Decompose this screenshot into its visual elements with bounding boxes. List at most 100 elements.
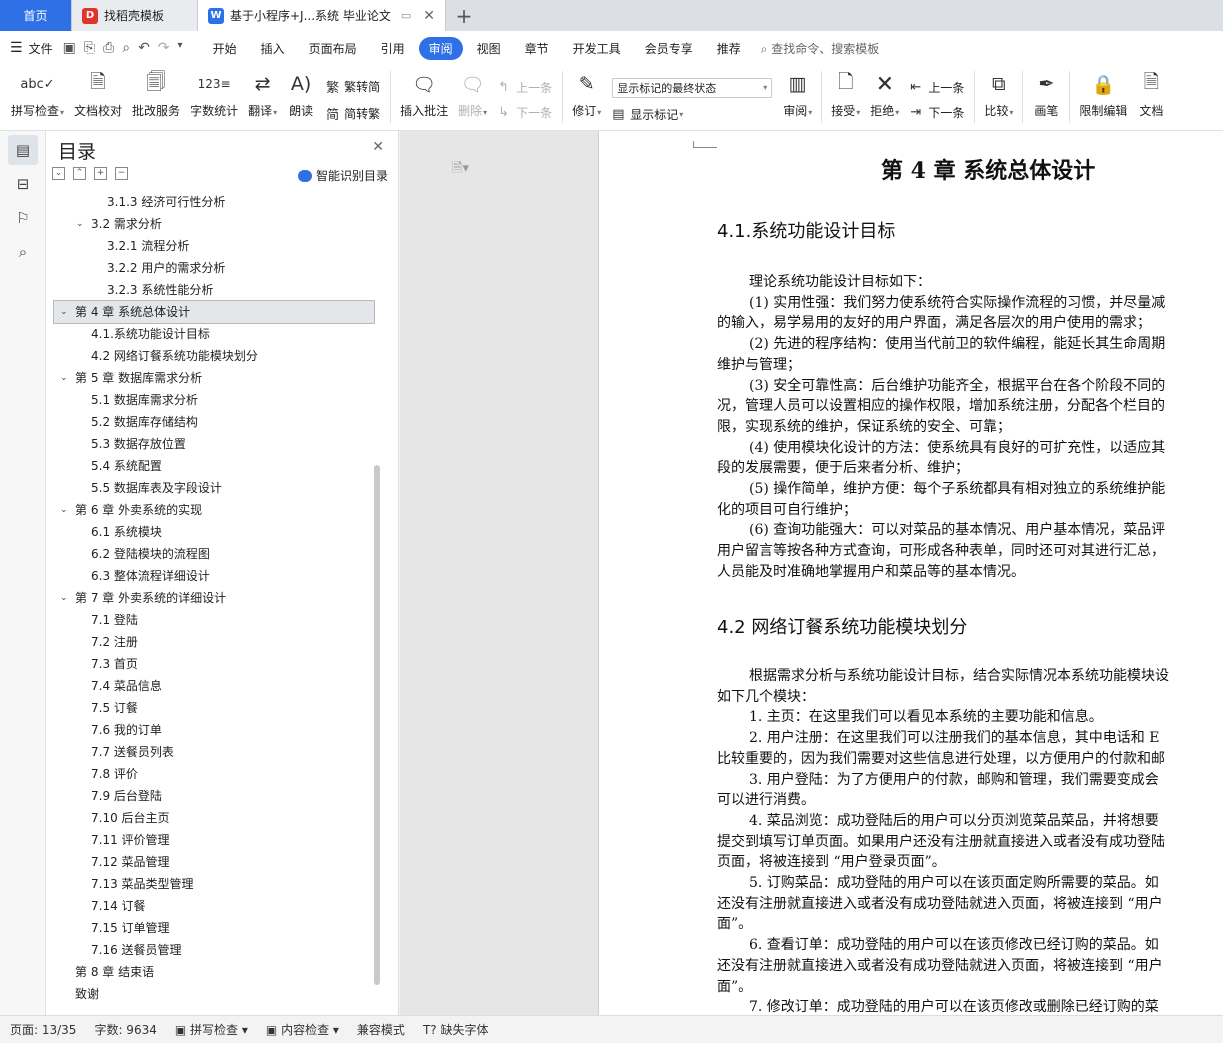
show-markup-button[interactable]: ▤ 显示标记 ▾ [612, 106, 772, 123]
proofread-button[interactable]: 🗎 文档校对 [69, 65, 127, 127]
print-icon[interactable]: ⎙ [103, 40, 114, 56]
collapse-all-icon[interactable]: ⌄ [52, 167, 65, 180]
toc-item[interactable]: 3.2.3 系统性能分析 [46, 279, 386, 301]
undo-icon[interactable]: ↶ [138, 40, 150, 56]
toc-item[interactable]: 3.2.1 流程分析 [46, 235, 386, 257]
toc-item[interactable]: 3.2.2 用户的需求分析 [46, 257, 386, 279]
spell-check-button[interactable]: abc✓ 拼写检查▾ [6, 65, 69, 127]
chevron-down-icon[interactable]: ⌄ [60, 301, 68, 323]
prev-change-button[interactable]: ⇤ 上一条 [910, 79, 964, 96]
menu-start[interactable]: 开始 [203, 37, 247, 60]
bookmark-icon[interactable]: ⚐ [8, 203, 38, 233]
toc-item[interactable]: 5.4 系统配置 [46, 455, 386, 477]
missing-font-button[interactable]: T? 缺失字体 [423, 1021, 489, 1038]
prev-comment-button[interactable]: ↰ 上一条 [498, 79, 552, 96]
translate-button[interactable]: ⇄ 翻译▾ [243, 65, 282, 127]
next-change-button[interactable]: ⇥ 下一条 [910, 104, 964, 121]
toc-item[interactable]: 5.5 数据库表及字段设计 [46, 477, 386, 499]
toc-item[interactable]: 6.2 登陆模块的流程图 [46, 543, 386, 565]
preview-icon[interactable]: ⌕ [122, 40, 130, 56]
file-menu[interactable]: ☰ 文件 [10, 40, 53, 57]
page-indicator[interactable]: 页面: 13/35 [10, 1021, 76, 1038]
toc-item[interactable]: 第 8 章 结束语 [46, 961, 386, 983]
smart-toc-button[interactable]: 智能识别目录 [297, 167, 388, 184]
toc-item[interactable]: 5.1 数据库需求分析 [46, 389, 386, 411]
word-count-button[interactable]: 123≡ 字数统计 [185, 65, 243, 127]
menu-layout[interactable]: 页面布局 [299, 37, 367, 60]
trad-to-simp-button[interactable]: 繁繁转简 [326, 77, 380, 96]
toc-item[interactable]: 7.16 送餐员管理 [46, 939, 386, 961]
review-pane-button[interactable]: ▥ 审阅▾ [778, 65, 817, 127]
chapter-nav-icon[interactable]: ⊟ [8, 169, 38, 199]
insert-comment-button[interactable]: 🗨 插入批注 [395, 65, 453, 127]
toc-item[interactable]: 5.3 数据存放位置 [46, 433, 386, 455]
status-content-check[interactable]: ▣ 内容检查 ▾ [266, 1021, 339, 1038]
toc-item[interactable]: ⌄ 3.2 需求分析 [46, 213, 386, 235]
document-icon[interactable]: 🗎▾ [452, 159, 469, 181]
toc-item[interactable]: 4.2 网络订餐系统功能模块划分 [46, 345, 386, 367]
save-icon[interactable]: ▣ [63, 40, 76, 56]
toc-item[interactable]: 7.3 首页 [46, 653, 386, 675]
new-tab-button[interactable]: + [446, 0, 482, 31]
tab-document[interactable]: W 基于小程序+J...系统 毕业论文 ▭ ✕ [198, 0, 446, 31]
export-icon[interactable]: ⎘ [84, 40, 95, 56]
menu-member[interactable]: 会员专享 [635, 37, 703, 60]
redo-icon[interactable]: ↷ [158, 40, 170, 56]
toc-item[interactable]: 6.3 整体流程详细设计 [46, 565, 386, 587]
toc-item[interactable]: 3.1.3 经济可行性分析 [46, 191, 386, 213]
document-page[interactable]: 第 4 章 系统总体设计 4.1.系统功能设计目标 理论系统功能设计目标如下： (… [598, 131, 1223, 1015]
close-tab-icon[interactable]: ✕ [423, 8, 435, 24]
read-aloud-button[interactable]: A) 朗读 [282, 65, 320, 127]
toc-item[interactable]: 7.13 菜品类型管理 [46, 873, 386, 895]
toc-item[interactable]: 7.15 订单管理 [46, 917, 386, 939]
chevron-down-icon[interactable]: ⌄ [60, 367, 68, 389]
reject-button[interactable]: 🗙 拒绝▾ [865, 65, 904, 127]
tab-template[interactable]: D 找稻壳模板 [72, 0, 198, 31]
document-permission-button[interactable]: 🗎 文档 [1132, 65, 1170, 127]
command-search[interactable]: ⌕ 查找命令、搜索模板 [761, 40, 880, 57]
toc-item[interactable]: 7.2 注册 [46, 631, 386, 653]
toc-item[interactable]: 4.1.系统功能设计目标 [46, 323, 386, 345]
word-count-indicator[interactable]: 字数: 9634 [94, 1021, 156, 1038]
toc-item[interactable]: ⌄ 第 7 章 外卖系统的详细设计 [46, 587, 386, 609]
menu-recommend[interactable]: 推荐 [707, 37, 751, 60]
pin-icon[interactable]: ▭ [401, 9, 411, 22]
toc-item[interactable]: 7.11 评价管理 [46, 829, 386, 851]
chevron-down-icon[interactable]: ⌄ [60, 499, 68, 521]
menu-review[interactable]: 审阅 [418, 36, 463, 60]
tab-home[interactable]: 首页 [0, 0, 72, 31]
toc-item[interactable]: 致谢 [46, 983, 386, 1001]
toc-item[interactable]: 7.5 订餐 [46, 697, 386, 719]
menu-insert[interactable]: 插入 [251, 37, 295, 60]
toc-scrollbar[interactable] [374, 465, 380, 985]
toc-item[interactable]: ⌄ 第 6 章 外卖系统的实现 [46, 499, 386, 521]
chevron-down-icon[interactable]: ⌄ [60, 587, 68, 609]
toc-item[interactable]: 7.14 订餐 [46, 895, 386, 917]
toc-item[interactable]: 7.8 评价 [46, 763, 386, 785]
pen-button[interactable]: ✒ 画笔 [1027, 65, 1065, 127]
delete-comment-button[interactable]: 🗨 删除▾ [453, 65, 492, 127]
restrict-editing-button[interactable]: 🔒 限制编辑 [1074, 65, 1132, 127]
next-comment-button[interactable]: ↳ 下一条 [498, 104, 552, 121]
toc-item[interactable]: 7.9 后台登陆 [46, 785, 386, 807]
compare-button[interactable]: ⧉ 比较▾ [979, 65, 1018, 127]
toc-item[interactable]: 7.6 我的订单 [46, 719, 386, 741]
menu-developer[interactable]: 开发工具 [563, 37, 631, 60]
expand-all-icon[interactable]: ⌃ [73, 167, 86, 180]
toc-item[interactable]: 7.4 菜品信息 [46, 675, 386, 697]
toc-item[interactable]: ⌄ 第 5 章 数据库需求分析 [46, 367, 386, 389]
toc-item[interactable]: 7.1 登陆 [46, 609, 386, 631]
status-spell-check[interactable]: ▣ 拼写检查 ▾ [175, 1021, 248, 1038]
toc-item[interactable]: 5.2 数据库存储结构 [46, 411, 386, 433]
track-changes-button[interactable]: ✎ 修订▾ [567, 65, 606, 127]
toc-item[interactable]: 7.12 菜品管理 [46, 851, 386, 873]
close-icon[interactable]: ✕ [372, 139, 384, 155]
menu-chapter[interactable]: 章节 [515, 37, 559, 60]
search-icon[interactable]: ⌕ [8, 237, 38, 267]
simp-to-trad-button[interactable]: 简简转繁 [326, 104, 380, 123]
toc-item[interactable]: ⌄ 第 4 章 系统总体设计 [53, 300, 375, 324]
toc-item[interactable]: 7.10 后台主页 [46, 807, 386, 829]
markup-state-select[interactable]: 显示标记的最终状态 ▾ [612, 77, 773, 98]
accept-button[interactable]: 🗋 接受▾ [826, 65, 865, 127]
outline-icon[interactable]: ▤ [8, 135, 38, 165]
